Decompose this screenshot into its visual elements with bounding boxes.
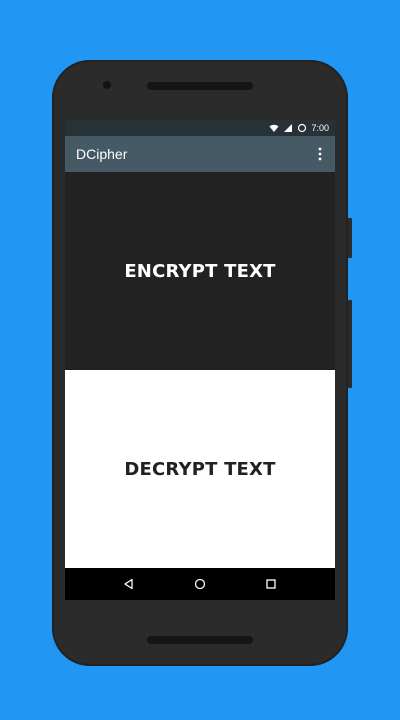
battery-icon bbox=[297, 123, 307, 133]
power-button bbox=[348, 300, 352, 388]
recents-icon[interactable] bbox=[262, 575, 280, 593]
decrypt-text-button[interactable]: DECRYPT TEXT bbox=[65, 370, 335, 568]
more-vert-icon[interactable] bbox=[315, 146, 325, 162]
phone-screen: 7:00 DCipher ENCRYPT TEXT DECRYPT TEXT bbox=[65, 120, 335, 600]
wifi-icon bbox=[269, 123, 279, 133]
status-bar: 7:00 bbox=[65, 120, 335, 136]
front-camera bbox=[103, 81, 111, 89]
encrypt-text-label: ENCRYPT TEXT bbox=[124, 260, 276, 282]
back-icon[interactable] bbox=[120, 575, 138, 593]
status-time: 7:00 bbox=[311, 123, 329, 133]
bottom-speaker bbox=[147, 636, 253, 644]
app-title: DCipher bbox=[76, 146, 128, 162]
navigation-bar bbox=[65, 568, 335, 600]
decrypt-text-label: DECRYPT TEXT bbox=[124, 458, 276, 480]
volume-button bbox=[348, 218, 352, 258]
earpiece-speaker bbox=[147, 82, 253, 90]
home-icon[interactable] bbox=[191, 575, 209, 593]
app-toolbar: DCipher bbox=[65, 136, 335, 172]
cell-signal-icon bbox=[283, 123, 293, 133]
encrypt-text-button[interactable]: ENCRYPT TEXT bbox=[65, 172, 335, 370]
